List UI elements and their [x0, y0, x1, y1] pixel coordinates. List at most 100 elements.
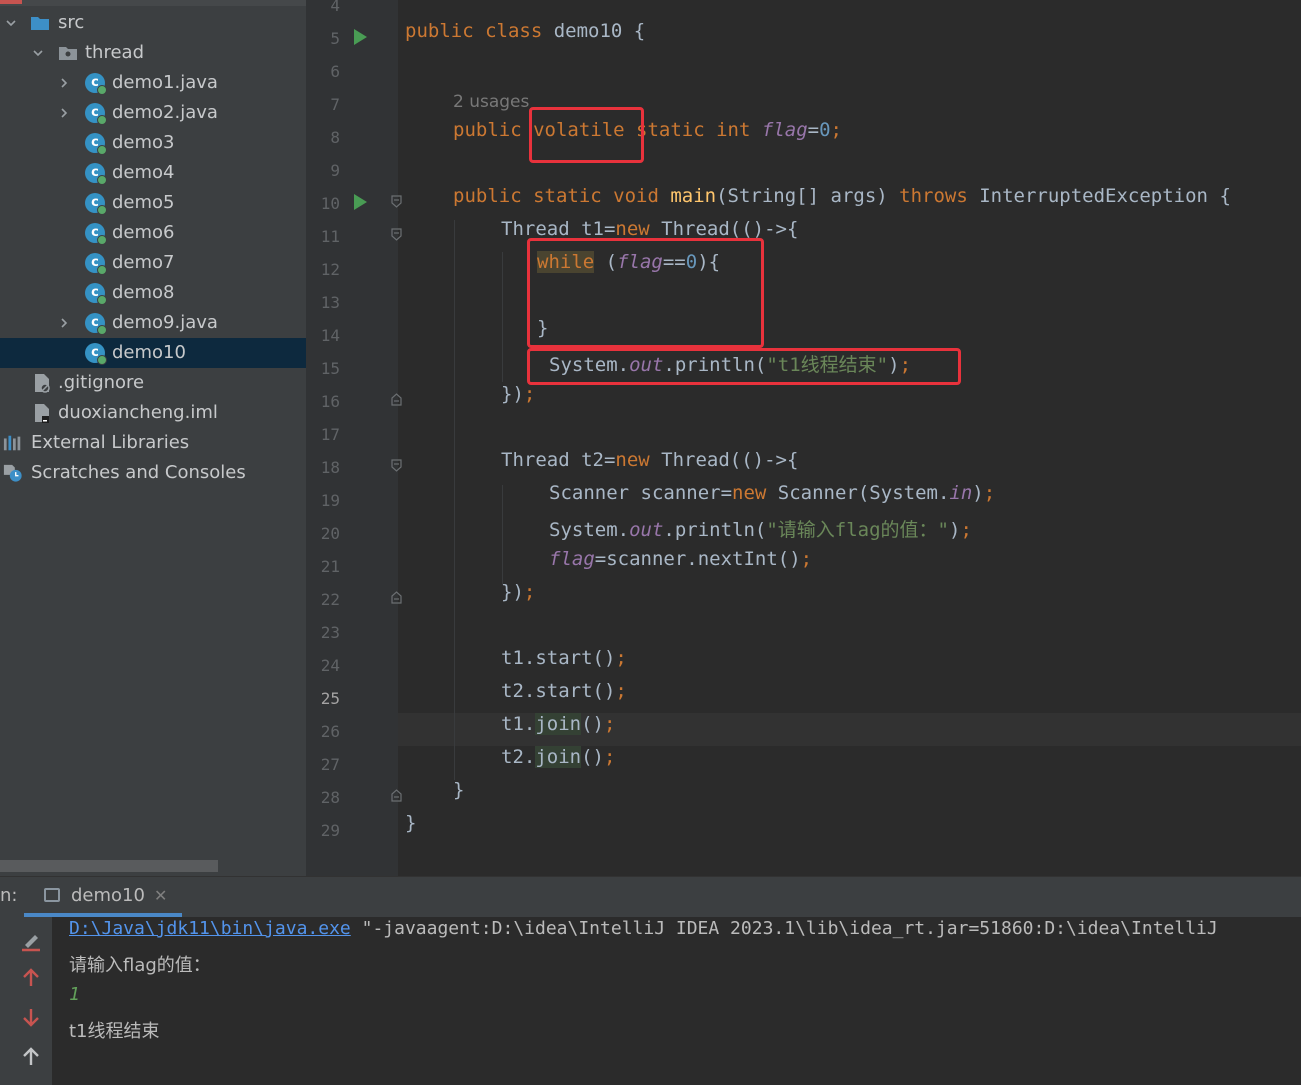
line-number: 9	[330, 161, 340, 180]
chevron-down-icon[interactable]	[32, 47, 44, 59]
tree-item-demo10[interactable]: c demo10	[0, 338, 306, 368]
fold-close-icon[interactable]	[391, 591, 402, 604]
tree-item-label: demo6	[112, 222, 175, 243]
tree-item-label: Scratches and Consoles	[31, 462, 246, 483]
java-class-icon: c	[85, 283, 107, 305]
tree-top-edge	[0, 0, 306, 6]
run-main-icon[interactable]	[354, 194, 367, 210]
rerun-icon[interactable]	[19, 929, 43, 953]
tree-item-thread[interactable]: thread	[0, 38, 306, 68]
tree-item-demo4[interactable]: c demo4	[0, 158, 306, 188]
tree-item-external-libraries[interactable]: External Libraries	[0, 428, 306, 458]
tree-item-demo7[interactable]: c demo7	[0, 248, 306, 278]
tree-item-label: demo5	[112, 192, 175, 213]
tree-item-label: demo7	[112, 252, 175, 273]
tree-item-label: demo1.java	[112, 72, 218, 93]
tree-item-label: duoxiancheng.iml	[58, 402, 218, 423]
tree-item-label: demo2.java	[112, 102, 218, 123]
fold-open-icon[interactable]	[391, 228, 402, 241]
line-number: 8	[330, 128, 340, 147]
tree-item-label: demo10	[112, 342, 186, 363]
tree-item-demo9[interactable]: c demo9.java	[0, 308, 306, 338]
java-class-icon: c	[85, 313, 107, 335]
tree-item-demo5[interactable]: c demo5	[0, 188, 306, 218]
libraries-icon	[3, 435, 21, 451]
tree-item-demo3[interactable]: c demo3	[0, 128, 306, 158]
tree-item-label: demo8	[112, 282, 175, 303]
line-number: 17	[320, 425, 340, 444]
chevron-right-icon[interactable]	[58, 77, 70, 89]
run-class-icon[interactable]	[354, 29, 367, 45]
java-class-icon: c	[85, 343, 107, 365]
java-class-icon: c	[85, 253, 107, 275]
code-line-28: }	[405, 812, 417, 834]
line-number: 23	[320, 623, 340, 642]
annotation-box-volatile	[529, 107, 644, 163]
code-line-7: public volatile static int flag=0;	[453, 119, 842, 141]
chevron-down-icon[interactable]	[5, 17, 17, 29]
tree-item-demo1[interactable]: c demo1.java	[0, 68, 306, 98]
console-output-line: t1线程结束	[69, 1021, 160, 1042]
tree-item-label: External Libraries	[31, 432, 190, 453]
code-line-15: });	[501, 383, 536, 405]
run-tab-demo10[interactable]: demo10 ✕	[24, 877, 182, 917]
fold-open-icon[interactable]	[391, 195, 402, 208]
tree-item-label: demo4	[112, 162, 175, 183]
scroll-top-icon[interactable]	[20, 1044, 42, 1068]
annotation-box-println	[527, 348, 961, 385]
console-output[interactable]: D:\Java\jdk11\bin\java.exe "-javaagent:D…	[52, 917, 1301, 1085]
line-number: 10	[320, 194, 340, 213]
console-user-input: 1	[69, 984, 80, 1005]
fold-close-icon[interactable]	[391, 393, 402, 406]
tree-item-scratches[interactable]: Scratches and Consoles	[0, 458, 306, 488]
line-number: 19	[320, 491, 340, 510]
line-number: 26	[320, 722, 340, 741]
line-number: 27	[320, 755, 340, 774]
java-class-icon: c	[85, 193, 107, 215]
code-line-5: public class demo10 {	[405, 20, 646, 42]
line-number: 28	[320, 788, 340, 807]
line-number: 22	[320, 590, 340, 609]
line-number: 4	[330, 0, 340, 15]
close-icon[interactable]: ✕	[154, 886, 167, 905]
console-tab-icon	[44, 888, 60, 902]
tree-item-label: thread	[85, 42, 145, 63]
console-command-line: D:\Java\jdk11\bin\java.exe "-javaagent:D…	[69, 918, 1218, 939]
java-exe-link[interactable]: D:\Java\jdk11\bin\java.exe	[69, 918, 351, 939]
tree-item-demo2[interactable]: c demo2.java	[0, 98, 306, 128]
line-number: 24	[320, 656, 340, 675]
indent-guide	[454, 220, 455, 780]
scratches-icon	[3, 464, 22, 482]
line-number: 14	[320, 326, 340, 345]
tree-item-label: .gitignore	[58, 372, 145, 393]
tree-item-src[interactable]: src	[0, 8, 306, 38]
package-icon	[59, 47, 77, 60]
line-number: 11	[320, 227, 340, 246]
line-number: 12	[320, 260, 340, 279]
tree-item-iml[interactable]: duoxiancheng.iml	[0, 398, 306, 428]
line-number: 25	[320, 689, 340, 708]
java-class-icon: c	[85, 133, 107, 155]
tree-item-demo8[interactable]: c demo8	[0, 278, 306, 308]
line-number: 7	[330, 95, 340, 114]
run-toolbar	[0, 917, 52, 1085]
code-line-9: public static void main(String[] args) t…	[453, 185, 1231, 207]
line-number: 21	[320, 557, 340, 576]
code-editor[interactable]: 4 5 6 7 8 9 10 11 12 13 14 15 16 17 18 19 20 21 22 23 24 25 26…	[306, 0, 1301, 876]
folder-icon	[31, 17, 49, 30]
scroll-down-icon[interactable]	[20, 1005, 42, 1029]
code-line-20: flag=scanner.nextInt();	[549, 548, 813, 570]
fold-close-icon[interactable]	[391, 789, 402, 802]
fold-open-icon[interactable]	[391, 459, 402, 472]
scroll-up-icon[interactable]	[20, 966, 42, 990]
usages-hint[interactable]: 2 usages	[453, 92, 529, 112]
chevron-right-icon[interactable]	[58, 317, 70, 329]
tree-item-gitignore[interactable]: .gitignore	[0, 368, 306, 398]
ignore-file-icon	[35, 374, 50, 393]
tree-item-label: src	[58, 12, 85, 33]
project-tree: src thread c demo1.java c demo2.java c d…	[0, 0, 306, 876]
tree-item-demo6[interactable]: c demo6	[0, 218, 306, 248]
code-line-26: t2.join();	[501, 746, 616, 768]
tree-horizontal-scrollbar[interactable]	[0, 860, 218, 872]
chevron-right-icon[interactable]	[58, 107, 70, 119]
